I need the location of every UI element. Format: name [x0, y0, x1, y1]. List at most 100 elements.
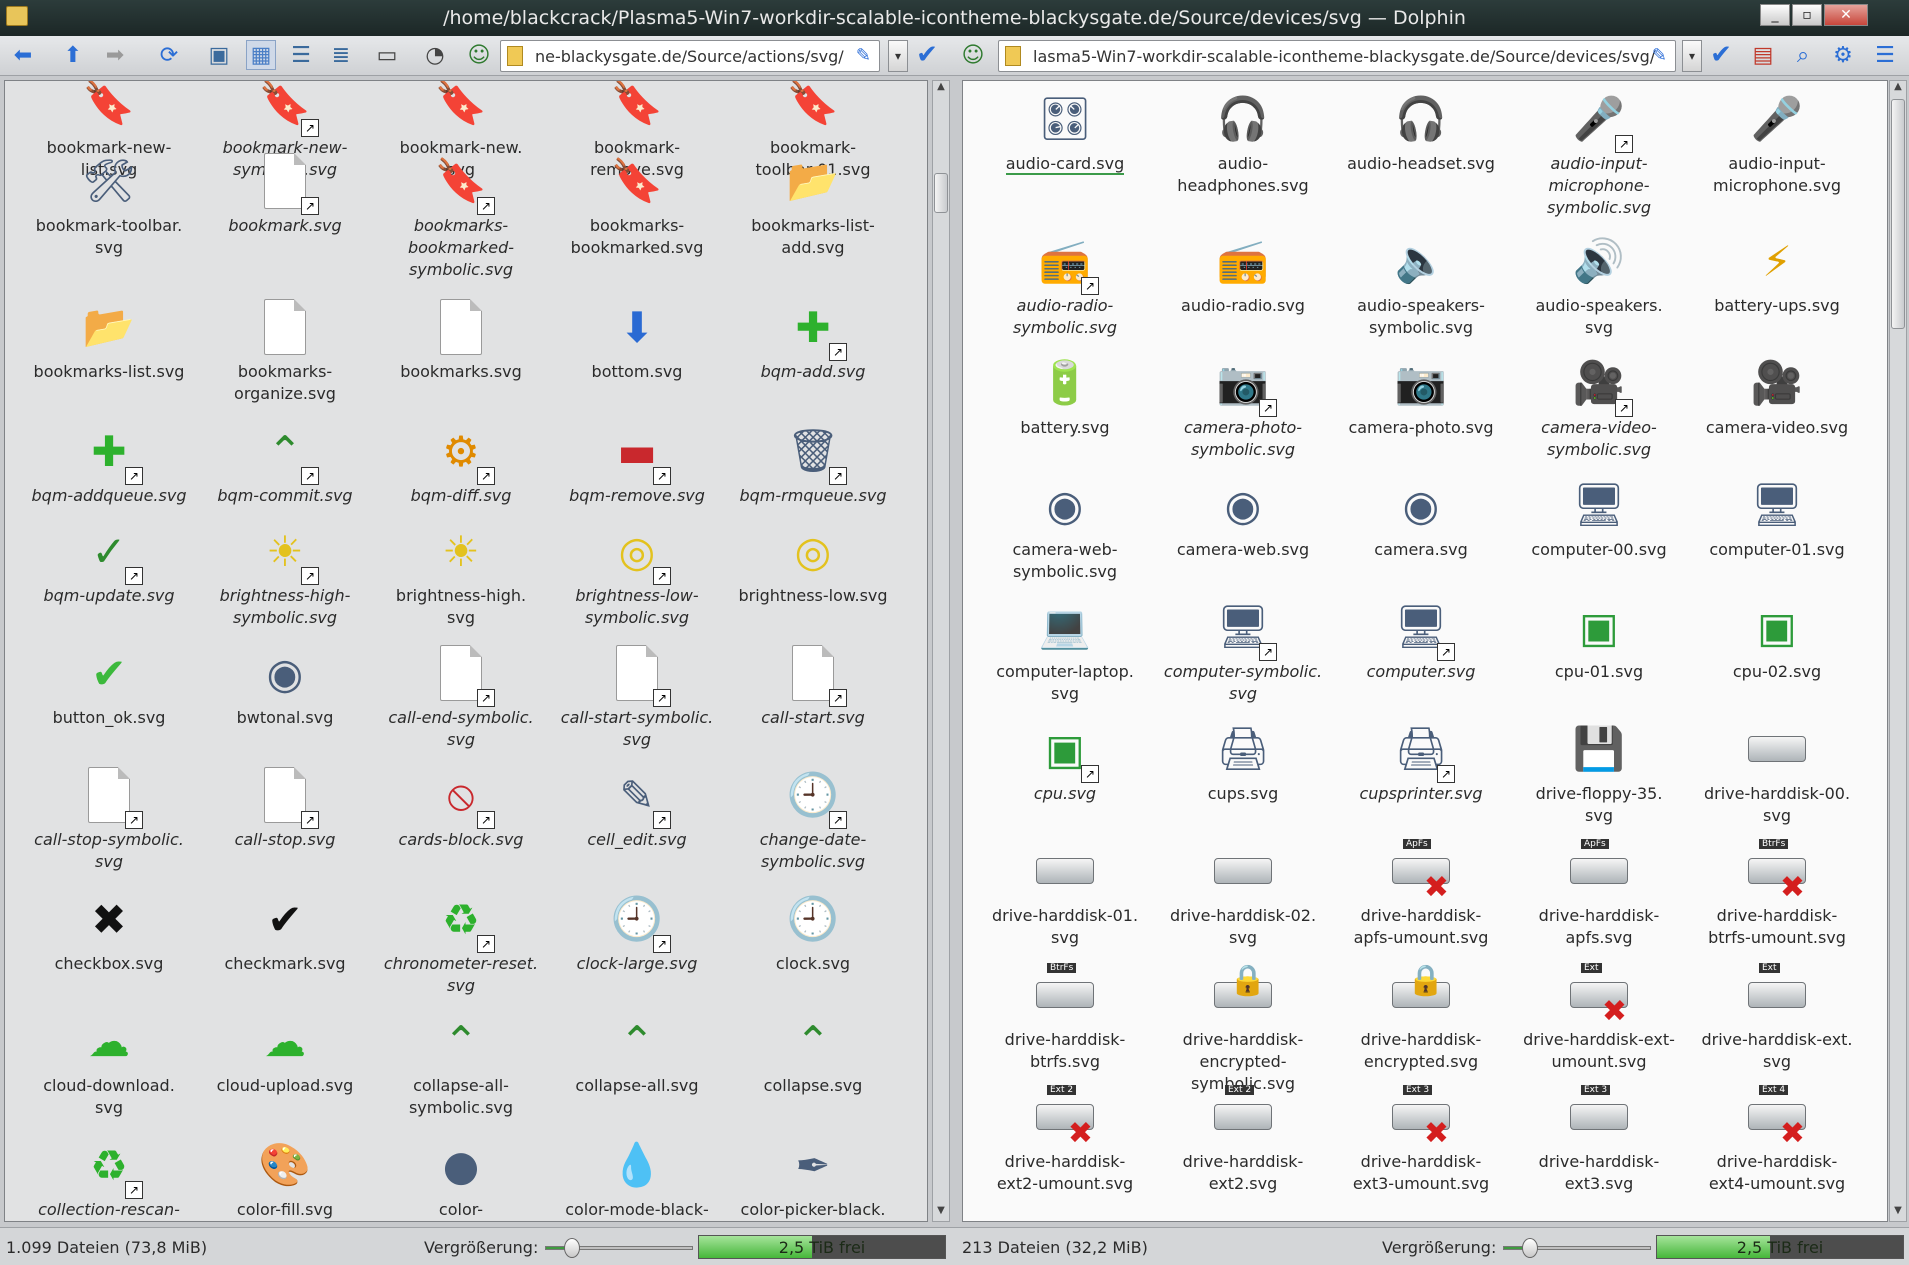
file-item[interactable]: Ext 3 drive-harddisk- ext3.svg: [1511, 1085, 1687, 1195]
file-item[interactable]: ⚡ battery-ups.svg: [1689, 229, 1865, 317]
file-item[interactable]: ⌃ collapse.svg: [725, 1009, 901, 1097]
file-item[interactable]: ▣ ↗ cpu.svg: [977, 717, 1153, 805]
file-item[interactable]: 🎨 color-fill.svg: [197, 1133, 373, 1221]
person-icon[interactable]: ☺: [464, 40, 494, 70]
right-location-text[interactable]: lasma5-Win7-workdir-scalable-icontheme-b…: [1033, 47, 1655, 66]
file-item[interactable]: 🕘 ↗ clock-large.svg: [549, 887, 725, 975]
file-item[interactable]: ☁ cloud-upload.svg: [197, 1009, 373, 1097]
left-location-dropdown[interactable]: ▾: [888, 40, 908, 72]
file-item[interactable]: ✚ ↗ bqm-add.svg: [725, 295, 901, 383]
left-file-view[interactable]: 🔖bookmark-new- list.svg🔖↗bookmark-new- s…: [4, 80, 928, 1222]
file-item[interactable]: ⬇ bottom.svg: [549, 295, 725, 383]
up-icon[interactable]: ⬆: [58, 40, 88, 70]
file-item[interactable]: 🖥 computer-01.svg: [1689, 473, 1865, 561]
file-item[interactable]: 🎤 audio-input- microphone.svg: [1689, 87, 1865, 197]
scroll-down-icon[interactable]: ▼: [933, 1205, 949, 1221]
file-item[interactable]: 🕘 ↗ change-date- symbolic.svg: [725, 763, 901, 873]
file-item[interactable]: 💧 color-mode-black-: [549, 1133, 725, 1221]
right-file-view[interactable]: 🎛 audio-card.svg 🎧 audio- headphones.svg 🎧 au…: [962, 80, 1888, 1222]
right-zoom-slider[interactable]: [1503, 1238, 1651, 1258]
file-item[interactable]: ApFs drive-harddisk- apfs.svg: [1511, 839, 1687, 949]
file-item[interactable]: drive-harddisk-02. svg: [1155, 839, 1331, 949]
left-scrollbar[interactable]: ▲ ▼: [932, 80, 950, 1222]
right-location-dropdown[interactable]: ▾: [1682, 40, 1702, 72]
file-item[interactable]: ↗ call-stop.svg: [197, 763, 373, 851]
file-item[interactable]: 🎤 ↗ audio-input- microphone- symbolic.svg: [1511, 87, 1687, 219]
file-item[interactable]: 🕘 clock.svg: [725, 887, 901, 975]
split-view-icon[interactable]: ◔: [420, 40, 450, 70]
file-item[interactable]: drive-harddisk-00. svg: [1689, 717, 1865, 827]
filter-icon[interactable]: ⚙: [1828, 40, 1858, 70]
file-item[interactable]: ▣ cpu-02.svg: [1689, 595, 1865, 683]
file-item[interactable]: 🎥 ↗ camera-video- symbolic.svg: [1511, 351, 1687, 461]
file-item[interactable]: ✚ ↗ bqm-addqueue.svg: [21, 419, 197, 507]
minimize-button[interactable]: _: [1760, 4, 1790, 26]
left-zoom-slider[interactable]: [545, 1238, 693, 1258]
file-item[interactable]: 💻 computer-laptop. svg: [977, 595, 1153, 705]
compact-view-icon[interactable]: ☰: [286, 40, 316, 70]
file-item[interactable]: 📷 ↗ camera-photo- symbolic.svg: [1155, 351, 1331, 461]
file-item[interactable]: ✔ checkmark.svg: [197, 887, 373, 975]
file-item[interactable]: 📂 bookmarks-list.svg: [21, 295, 197, 383]
left-location-bar[interactable]: ne-blackysgate.de/Source/actions/svg/ ✎: [500, 40, 880, 72]
file-item[interactable]: ♻ ↗ collection-rescan-: [21, 1133, 197, 1221]
zoom-knob[interactable]: [1522, 1238, 1539, 1258]
edit-pencil-icon[interactable]: ✎: [1652, 45, 1667, 66]
file-item[interactable]: BtrFs ✖ drive-harddisk- btrfs-umount.svg: [1689, 839, 1865, 949]
file-item[interactable]: Ext drive-harddisk-ext. svg: [1689, 963, 1865, 1073]
left-scroll-thumb[interactable]: [934, 173, 948, 213]
file-item[interactable]: bookmarks.svg: [373, 295, 549, 383]
file-item[interactable]: 🔒 drive-harddisk- encrypted- symbolic.svg: [1155, 963, 1331, 1095]
edit-pencil-icon[interactable]: ✎: [856, 45, 871, 66]
forward-icon[interactable]: ➡: [100, 40, 130, 70]
file-item[interactable]: 🎧 audio- headphones.svg: [1155, 87, 1331, 197]
icons-view-icon[interactable]: ▦: [246, 40, 276, 70]
file-item[interactable]: 🎛 audio-card.svg: [977, 87, 1153, 175]
close-button[interactable]: ✕: [1824, 4, 1868, 26]
details-view-icon[interactable]: ≣: [326, 40, 356, 70]
file-item[interactable]: 🖨 ↗ cupsprinter.svg: [1333, 717, 1509, 805]
file-item[interactable]: ⌃ ↗ bqm-commit.svg: [197, 419, 373, 507]
file-item[interactable]: Ext 2 drive-harddisk- ext2.svg: [1155, 1085, 1331, 1195]
file-item[interactable]: ✒ color-picker-black.: [725, 1133, 901, 1221]
file-item[interactable]: Ext 3 ✖ drive-harddisk- ext3-umount.svg: [1333, 1085, 1509, 1195]
left-location-text[interactable]: ne-blackysgate.de/Source/actions/svg/: [535, 47, 844, 66]
file-item[interactable]: ↗ call-start.svg: [725, 641, 901, 729]
back-icon[interactable]: ⬅: [8, 40, 38, 70]
file-item[interactable]: 🖨 cups.svg: [1155, 717, 1331, 805]
file-item[interactable]: 🗑 ↗ bqm-rmqueue.svg: [725, 419, 901, 507]
file-item[interactable]: ☀ ↗ brightness-high- symbolic.svg: [197, 519, 373, 629]
right-location-bar[interactable]: lasma5-Win7-workdir-scalable-icontheme-b…: [998, 40, 1676, 72]
right-scrollbar[interactable]: ▲ ▼: [1889, 80, 1907, 1222]
file-item[interactable]: ✎ ↗ cell_edit.svg: [549, 763, 725, 851]
maximize-button[interactable]: ▫: [1792, 4, 1822, 26]
terminal-icon[interactable]: ▣: [204, 40, 234, 70]
file-item[interactable]: ✓ ↗ bqm-update.svg: [21, 519, 197, 607]
file-item[interactable]: drive-harddisk-01. svg: [977, 839, 1153, 949]
file-item[interactable]: 💾 drive-floppy-35. svg: [1511, 717, 1687, 827]
file-item[interactable]: ↗ call-end-symbolic. svg: [373, 641, 549, 751]
checkmark-icon[interactable]: ✔: [912, 40, 942, 70]
file-item[interactable]: Ext 4 ✖ drive-harddisk- ext4-umount.svg: [1689, 1085, 1865, 1195]
file-item[interactable]: ◉ camera.svg: [1333, 473, 1509, 561]
file-item[interactable]: bookmarks- organize.svg: [197, 295, 373, 405]
file-item[interactable]: ☁ cloud-download. svg: [21, 1009, 197, 1119]
file-item[interactable]: ♻ ↗ chronometer-reset. svg: [373, 887, 549, 997]
file-item[interactable]: ◎ brightness-low.svg: [725, 519, 901, 607]
file-item[interactable]: ▬ ↗ bqm-remove.svg: [549, 419, 725, 507]
file-item[interactable]: ↗ call-start-symbolic. svg: [549, 641, 725, 751]
file-item[interactable]: 🔖 bookmarks- bookmarked.svg: [549, 149, 725, 259]
file-item[interactable]: BtrFs drive-harddisk- btrfs.svg: [977, 963, 1153, 1073]
file-item[interactable]: ✖ checkbox.svg: [21, 887, 197, 975]
search-icon[interactable]: ⌕: [1788, 40, 1818, 70]
file-item[interactable]: ◉ camera-web- symbolic.svg: [977, 473, 1153, 583]
file-item[interactable]: 🔋 battery.svg: [977, 351, 1153, 439]
file-item[interactable]: ▣ cpu-01.svg: [1511, 595, 1687, 683]
file-item[interactable]: 📷 camera-photo.svg: [1333, 351, 1509, 439]
preview-icon[interactable]: ▭: [372, 40, 402, 70]
menu-icon[interactable]: ☰: [1870, 40, 1900, 70]
file-item[interactable]: 📻 ↗ audio-radio- symbolic.svg: [977, 229, 1153, 339]
file-item[interactable]: ⚙ ↗ bqm-diff.svg: [373, 419, 549, 507]
file-item[interactable]: ◉ bwtonal.svg: [197, 641, 373, 729]
scroll-up-icon[interactable]: ▲: [933, 81, 949, 97]
